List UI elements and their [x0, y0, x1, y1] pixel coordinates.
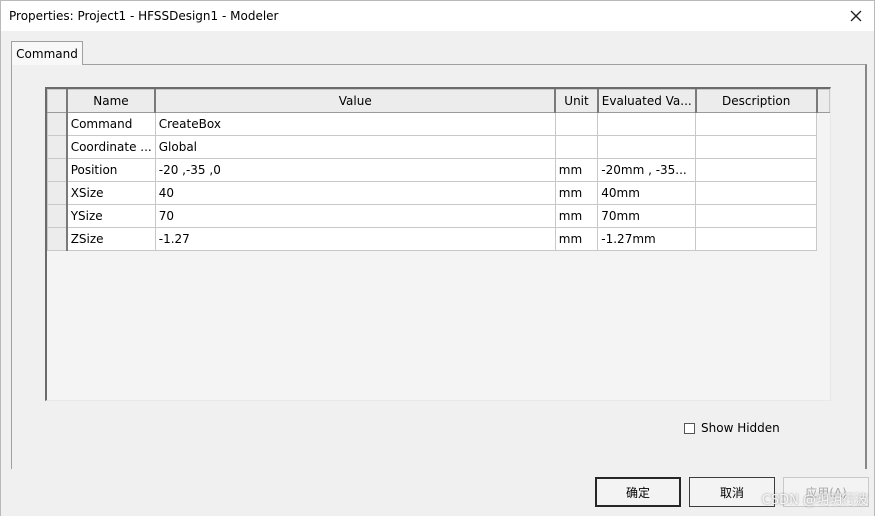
row-selector[interactable]: [47, 181, 68, 205]
column-header-value[interactable]: Value: [154, 89, 557, 113]
watermark: CSDN @玥玥行波: [761, 493, 868, 508]
cell-description[interactable]: [695, 204, 818, 228]
property-grid: Name Value Unit Evaluated Va... Descript…: [45, 87, 831, 401]
cell-value[interactable]: -20 ,-35 ,0: [154, 158, 556, 182]
cell-name[interactable]: Command: [66, 112, 156, 136]
button-bar: 确定 取消 应用(A) CSDN @玥玥行波: [1, 469, 874, 516]
row-selector[interactable]: [47, 112, 68, 136]
cell-name[interactable]: Position: [66, 158, 156, 182]
window-title: Properties: Project1 - HFSSDesign1 - Mod…: [9, 9, 279, 23]
ok-button[interactable]: 确定: [595, 477, 681, 507]
cell-unit[interactable]: mm: [554, 181, 599, 205]
close-icon: [850, 10, 862, 22]
cell-evaluated: [597, 112, 697, 136]
show-hidden-label: Show Hidden: [701, 421, 780, 435]
header-row: Name Value Unit Evaluated Va... Descript…: [47, 89, 830, 113]
column-header-description[interactable]: Description: [695, 89, 818, 113]
cell-evaluated: 40mm: [597, 181, 697, 205]
cell-name[interactable]: YSize: [66, 204, 156, 228]
cell-evaluated: -20mm , -35...: [597, 158, 697, 182]
cell-name[interactable]: Coordinate ...: [66, 135, 156, 159]
cell-value[interactable]: Global: [154, 135, 556, 159]
cell-unit[interactable]: mm: [554, 204, 599, 228]
cell-description[interactable]: [695, 158, 818, 182]
show-hidden-option[interactable]: Show Hidden: [684, 421, 780, 435]
show-hidden-checkbox[interactable]: [684, 422, 695, 434]
title-bar: Properties: Project1 - HFSSDesign1 - Mod…: [1, 1, 874, 31]
cell-description[interactable]: [695, 181, 818, 205]
cell-unit[interactable]: mm: [554, 227, 599, 251]
close-button[interactable]: [838, 1, 874, 31]
cell-evaluated: [597, 135, 697, 159]
cell-unit[interactable]: [554, 112, 599, 136]
row-selector[interactable]: [47, 227, 68, 251]
tab-command[interactable]: Command: [11, 41, 83, 65]
table-row[interactable]: Position -20 ,-35 ,0 mm -20mm , -35...: [47, 158, 830, 182]
row-selector[interactable]: [47, 135, 68, 159]
cell-name[interactable]: ZSize: [66, 227, 156, 251]
table-row[interactable]: YSize 70 mm 70mm: [47, 204, 830, 228]
row-selector[interactable]: [47, 158, 68, 182]
property-table: Name Value Unit Evaluated Va... Descript…: [47, 89, 830, 251]
header-filler: [816, 89, 830, 113]
cell-unit[interactable]: mm: [554, 158, 599, 182]
column-header-name[interactable]: Name: [66, 89, 157, 113]
cell-value[interactable]: 70: [154, 204, 556, 228]
cell-unit[interactable]: [554, 135, 599, 159]
table-row[interactable]: ZSize -1.27 mm -1.27mm: [47, 227, 830, 251]
column-header-evaluated-value[interactable]: Evaluated Va...: [597, 89, 697, 113]
cell-description[interactable]: [695, 227, 818, 251]
row-selector[interactable]: [47, 204, 68, 228]
column-header-unit[interactable]: Unit: [554, 89, 599, 113]
cell-value[interactable]: 40: [154, 181, 556, 205]
properties-dialog: Properties: Project1 - HFSSDesign1 - Mod…: [0, 0, 875, 516]
cell-description[interactable]: [695, 112, 818, 136]
corner-cell: [47, 89, 68, 113]
cell-value[interactable]: CreateBox: [154, 112, 556, 136]
cell-evaluated: 70mm: [597, 204, 697, 228]
cell-value[interactable]: -1.27: [154, 227, 556, 251]
cell-description[interactable]: [695, 135, 818, 159]
table-row[interactable]: XSize 40 mm 40mm: [47, 181, 830, 205]
table-row[interactable]: Command CreateBox: [47, 112, 830, 136]
cell-name[interactable]: XSize: [66, 181, 156, 205]
table-row[interactable]: Coordinate ... Global: [47, 135, 830, 159]
cell-evaluated: -1.27mm: [597, 227, 697, 251]
